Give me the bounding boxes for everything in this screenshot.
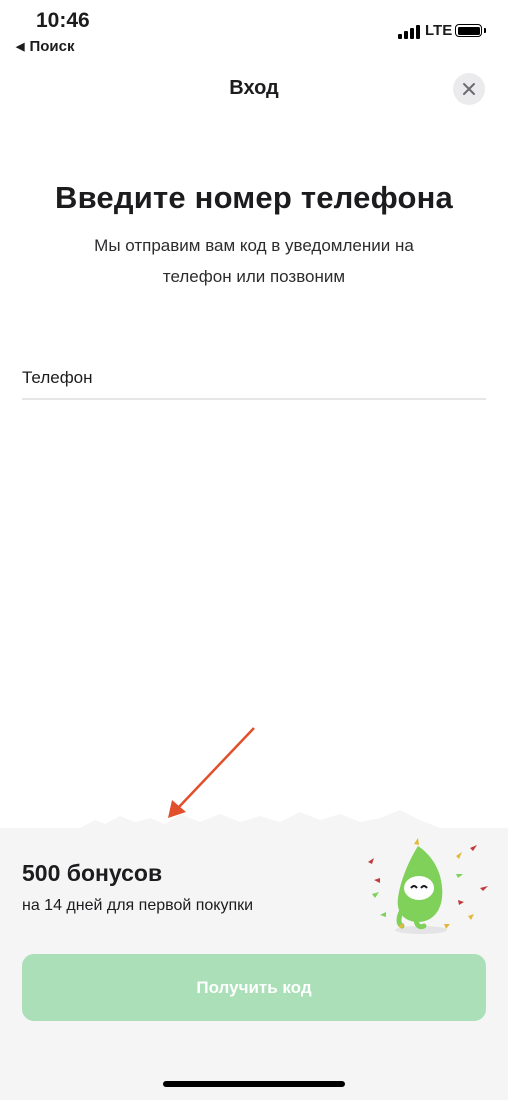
promo-title: 500 бонусов bbox=[22, 860, 163, 886]
mascot-icon bbox=[368, 838, 488, 934]
subtitle: Мы отправим вам код в уведомлении на тел… bbox=[60, 230, 448, 292]
status-bar: 10:46 ◀ Поиск LTE bbox=[0, 0, 508, 62]
subtitle-line-2: телефон или позвоним bbox=[162, 267, 346, 286]
status-time: 10:46 bbox=[36, 9, 90, 32]
home-indicator bbox=[163, 1081, 345, 1087]
main-heading: Введите номер телефона bbox=[55, 180, 453, 215]
back-app-label: Поиск bbox=[29, 38, 75, 55]
phone-label: Телефон bbox=[22, 368, 93, 387]
signal-icon bbox=[398, 25, 420, 39]
network-type: LTE bbox=[425, 22, 453, 39]
close-button[interactable] bbox=[453, 73, 485, 105]
promo-subtitle: на 14 дней для первой покупки bbox=[22, 897, 254, 914]
back-to-app-link[interactable]: ◀ Поиск bbox=[16, 38, 74, 55]
wave-divider bbox=[0, 810, 508, 830]
battery-icon bbox=[455, 24, 486, 37]
subtitle-line-1: Мы отправим вам код в уведомлении на bbox=[94, 236, 414, 255]
get-code-button[interactable]: Получить код bbox=[22, 954, 486, 1021]
close-icon bbox=[463, 83, 475, 95]
back-triangle-icon: ◀ bbox=[16, 41, 25, 53]
page-title: Вход bbox=[229, 77, 279, 99]
phone-input[interactable]: Телефон bbox=[22, 360, 486, 400]
